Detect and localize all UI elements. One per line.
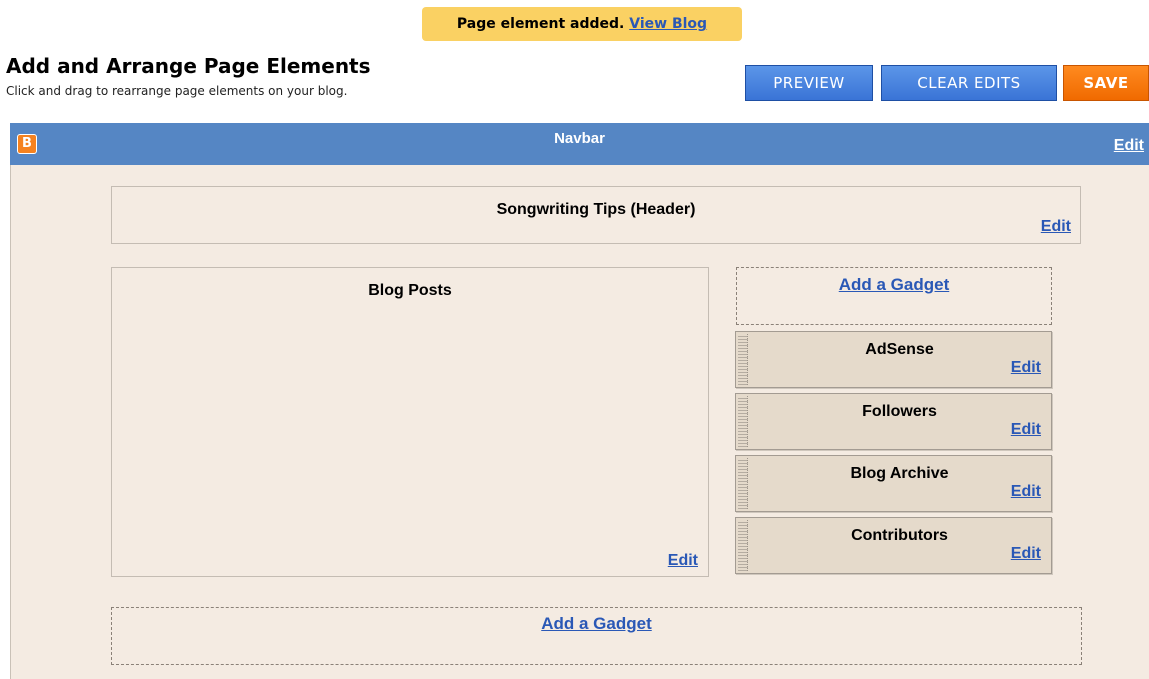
drag-handle-icon[interactable]: [738, 520, 748, 571]
gadget-followers[interactable]: Followers Edit: [735, 393, 1052, 450]
notification-banner: Page element added. View Blog: [422, 7, 742, 41]
drag-handle-icon[interactable]: [738, 334, 748, 385]
navbar-title: Navbar: [554, 130, 605, 147]
gadget-adsense[interactable]: AdSense Edit: [735, 331, 1052, 388]
navbar-edit-link[interactable]: Edit: [1114, 137, 1144, 155]
footer-add-gadget-area: Add a Gadget: [111, 607, 1082, 665]
clear-edits-button[interactable]: CLEAR EDITS: [881, 65, 1057, 101]
preview-button[interactable]: PREVIEW: [745, 65, 873, 101]
gadget-edit-link[interactable]: Edit: [1011, 359, 1041, 377]
page-subtitle: Click and drag to rearrange page element…: [6, 84, 348, 98]
gadget-edit-link[interactable]: Edit: [1011, 545, 1041, 563]
drag-handle-icon[interactable]: [738, 396, 748, 447]
header-element-title: Songwriting Tips (Header): [496, 201, 696, 218]
blog-posts-element[interactable]: Blog Posts Edit: [111, 267, 709, 577]
sidebar-add-gadget-area: Add a Gadget: [736, 267, 1052, 325]
footer-add-gadget-link[interactable]: Add a Gadget: [112, 614, 1081, 634]
header-element[interactable]: Songwriting Tips (Header) Edit: [111, 186, 1081, 244]
navbar-element[interactable]: B Navbar Edit: [10, 123, 1149, 165]
header-edit-link[interactable]: Edit: [1041, 218, 1071, 236]
page-title: Add and Arrange Page Elements: [6, 54, 371, 78]
gadget-contributors[interactable]: Contributors Edit: [735, 517, 1052, 574]
gadget-blog-archive[interactable]: Blog Archive Edit: [735, 455, 1052, 512]
blog-posts-edit-link[interactable]: Edit: [668, 552, 698, 570]
gadget-edit-link[interactable]: Edit: [1011, 483, 1041, 501]
drag-handle-icon[interactable]: [738, 458, 748, 509]
gadget-title: Contributors: [851, 527, 948, 544]
sidebar-add-gadget-link[interactable]: Add a Gadget: [737, 275, 1051, 295]
gadget-title: Followers: [862, 403, 937, 420]
gadget-title: AdSense: [865, 341, 934, 358]
blog-posts-title: Blog Posts: [368, 282, 452, 299]
save-button[interactable]: SAVE: [1063, 65, 1149, 101]
gadget-title: Blog Archive: [850, 465, 949, 482]
notification-message: Page element added.: [456, 16, 625, 32]
view-blog-link[interactable]: View Blog: [629, 16, 707, 32]
gadget-edit-link[interactable]: Edit: [1011, 421, 1041, 439]
